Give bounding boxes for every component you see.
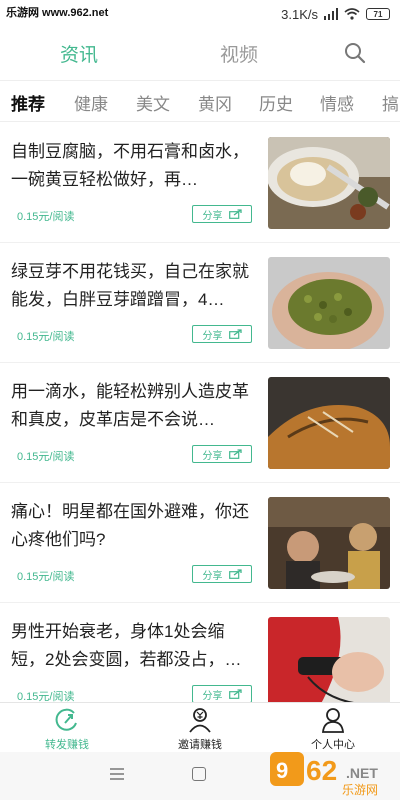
article-thumbnail[interactable]	[268, 497, 390, 589]
svg-text:乐游网: 乐游网	[342, 783, 378, 796]
tab-news[interactable]: 资讯	[60, 40, 98, 67]
article-list: 自制豆腐脑，不用石膏和卤水，一碗黄豆轻松做好，再… 0.15元/阅读 分享 绿豆…	[0, 123, 400, 723]
search-icon[interactable]	[344, 42, 366, 64]
article-title[interactable]: 用一滴水，能轻松辨别人造皮革和真皮，皮革店是不会说…	[11, 378, 256, 434]
top-tabs: 资讯 视频	[0, 28, 400, 78]
invite-earn-icon	[189, 708, 211, 733]
category-essay[interactable]: 美文	[136, 90, 170, 115]
share-button[interactable]: 分享	[192, 325, 252, 343]
wifi-icon	[344, 8, 360, 20]
nav-label: 邀请赚钱	[178, 739, 222, 751]
article-reward: 0.15元/阅读	[17, 211, 75, 223]
share-icon	[228, 689, 242, 699]
svg-text:62: 62	[306, 755, 337, 786]
article-thumbnail[interactable]	[268, 617, 390, 709]
battery-indicator: 71	[366, 8, 390, 20]
article-item[interactable]: 绿豆芽不用花钱买，自己在家就能发，白胖豆芽蹭蹭冒，4… 0.15元/阅读 分享	[0, 243, 400, 363]
bottom-nav: 转发赚钱 邀请赚钱 个人中心	[0, 702, 400, 752]
network-speed: 3.1K/s	[281, 6, 318, 22]
share-label: 分享	[202, 690, 223, 702]
user-center-icon	[322, 708, 344, 733]
nav-user-center[interactable]: 个人中心	[283, 707, 383, 752]
nav-share-earn[interactable]: 转发赚钱	[17, 707, 117, 752]
article-item[interactable]: 自制豆腐脑，不用石膏和卤水，一碗黄豆轻松做好，再… 0.15元/阅读 分享	[0, 123, 400, 243]
article-thumbnail[interactable]	[268, 257, 390, 349]
article-item[interactable]: 痛心！明星都在国外避难，你还心疼他们吗? 0.15元/阅读 分享	[0, 483, 400, 603]
article-reward: 0.15元/阅读	[17, 571, 75, 583]
category-health[interactable]: 健康	[74, 90, 108, 115]
share-button[interactable]: 分享	[192, 685, 252, 703]
share-label: 分享	[202, 450, 223, 462]
share-earn-icon	[55, 708, 77, 731]
category-more[interactable]: 搞	[382, 90, 399, 115]
962-logo: 9 62 .NET 乐游网	[270, 752, 378, 796]
article-thumbnail[interactable]	[268, 377, 390, 469]
category-recommend[interactable]: 推荐	[11, 90, 45, 115]
article-title[interactable]: 男性开始衰老，身体1处会缩短，2处会变圆，若都没占，…	[11, 618, 256, 674]
tab-video[interactable]: 视频	[220, 40, 258, 67]
category-huanggang[interactable]: 黄冈	[198, 90, 232, 115]
category-history[interactable]: 历史	[259, 90, 293, 115]
nav-label: 转发赚钱	[45, 739, 89, 751]
share-button[interactable]: 分享	[192, 205, 252, 223]
article-title[interactable]: 痛心！明星都在国外避难，你还心疼他们吗?	[11, 498, 256, 554]
article-title[interactable]: 自制豆腐脑，不用石膏和卤水，一碗黄豆轻松做好，再…	[11, 138, 256, 194]
signal-icon	[324, 8, 338, 20]
home-button-icon[interactable]	[192, 767, 206, 781]
article-reward: 0.15元/阅读	[17, 451, 75, 463]
menu-icon[interactable]	[110, 768, 124, 780]
article-item[interactable]: 用一滴水，能轻松辨别人造皮革和真皮，皮革店是不会说… 0.15元/阅读 分享	[0, 363, 400, 483]
share-icon	[228, 449, 242, 459]
share-button[interactable]: 分享	[192, 445, 252, 463]
article-title[interactable]: 绿豆芽不用花钱买，自己在家就能发，白胖豆芽蹭蹭冒，4…	[11, 258, 256, 314]
nav-invite-earn[interactable]: 邀请赚钱	[150, 707, 250, 752]
category-emotion[interactable]: 情感	[320, 90, 354, 115]
article-reward: 0.15元/阅读	[17, 331, 75, 343]
share-button[interactable]: 分享	[192, 565, 252, 583]
article-thumbnail[interactable]	[268, 137, 390, 229]
status-bar: 3.1K/s 71	[0, 0, 400, 28]
category-bar: 推荐 健康 美文 黄冈 历史 情感 搞	[0, 80, 400, 122]
share-icon	[228, 329, 242, 339]
share-icon	[228, 209, 242, 219]
svg-text:9: 9	[276, 758, 288, 783]
share-label: 分享	[202, 210, 223, 222]
share-label: 分享	[202, 570, 223, 582]
svg-text:.NET: .NET	[346, 765, 378, 781]
share-label: 分享	[202, 330, 223, 342]
share-icon	[228, 569, 242, 579]
